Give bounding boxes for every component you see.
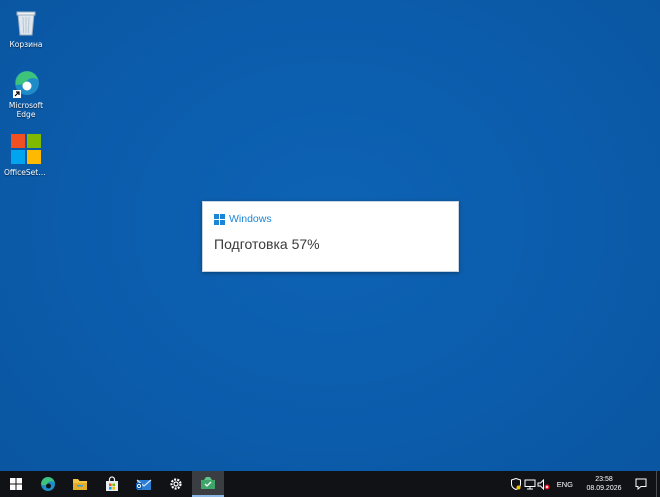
setup-app-icon bbox=[201, 477, 215, 489]
action-center-button[interactable] bbox=[626, 471, 656, 497]
windows-setup-dialog: Windows Подготовка 57% bbox=[202, 201, 459, 272]
taskbar-mail-button[interactable] bbox=[128, 471, 160, 497]
start-button[interactable] bbox=[0, 471, 32, 497]
notification-icon bbox=[635, 478, 647, 490]
tray-clock[interactable]: 23:58 08.09.2026 bbox=[582, 475, 626, 493]
windows-logo-icon bbox=[214, 213, 225, 225]
taskbar-edge-button[interactable] bbox=[32, 471, 64, 497]
clock-date: 08.09.2026 bbox=[586, 485, 622, 492]
desktop: Корзина Microsoft Edge OfficeSetu... Win… bbox=[0, 0, 660, 471]
desktop-icon-office-setup[interactable]: OfficeSetu... bbox=[4, 133, 48, 177]
start-icon bbox=[10, 478, 22, 490]
taskbar-setup-app-button[interactable] bbox=[192, 471, 224, 497]
setup-progress-text: Подготовка 57% bbox=[214, 236, 320, 252]
desktop-icon-label: Корзина bbox=[9, 40, 43, 49]
show-desktop-button[interactable] bbox=[656, 471, 660, 497]
tray-security-button[interactable] bbox=[509, 471, 523, 497]
tray-volume-button[interactable] bbox=[537, 471, 551, 497]
system-tray: ENG 23:58 08.09.2026 bbox=[509, 471, 660, 497]
desktop-icon-edge[interactable]: Microsoft Edge bbox=[4, 68, 48, 119]
desktop-icon-recycle-bin[interactable]: Корзина bbox=[4, 7, 48, 49]
desktop-icon-label: Microsoft Edge bbox=[8, 101, 44, 119]
taskbar-settings-button[interactable] bbox=[160, 471, 192, 497]
taskbar-file-explorer-button[interactable] bbox=[64, 471, 96, 497]
store-icon bbox=[106, 476, 118, 491]
office-setup-icon bbox=[11, 134, 41, 164]
dialog-brand: Windows bbox=[214, 213, 272, 225]
tray-network-button[interactable] bbox=[523, 471, 537, 497]
clock-time: 23:58 bbox=[595, 476, 613, 483]
edge-icon bbox=[13, 71, 39, 98]
settings-icon bbox=[170, 478, 182, 490]
taskbar-store-button[interactable] bbox=[96, 471, 128, 497]
shield-icon bbox=[510, 478, 521, 490]
file-explorer-icon bbox=[73, 479, 87, 490]
taskbar: ENG 23:58 08.09.2026 bbox=[0, 471, 660, 497]
network-icon bbox=[524, 479, 536, 489]
volume-muted-icon bbox=[537, 478, 550, 490]
recycle-bin-icon bbox=[16, 11, 36, 36]
desktop-icon-label: OfficeSetu... bbox=[4, 168, 48, 177]
dialog-brand-name: Windows bbox=[229, 213, 272, 225]
input-language-indicator[interactable]: ENG bbox=[557, 480, 573, 489]
edge-icon bbox=[41, 477, 55, 491]
mail-icon bbox=[136, 479, 152, 490]
